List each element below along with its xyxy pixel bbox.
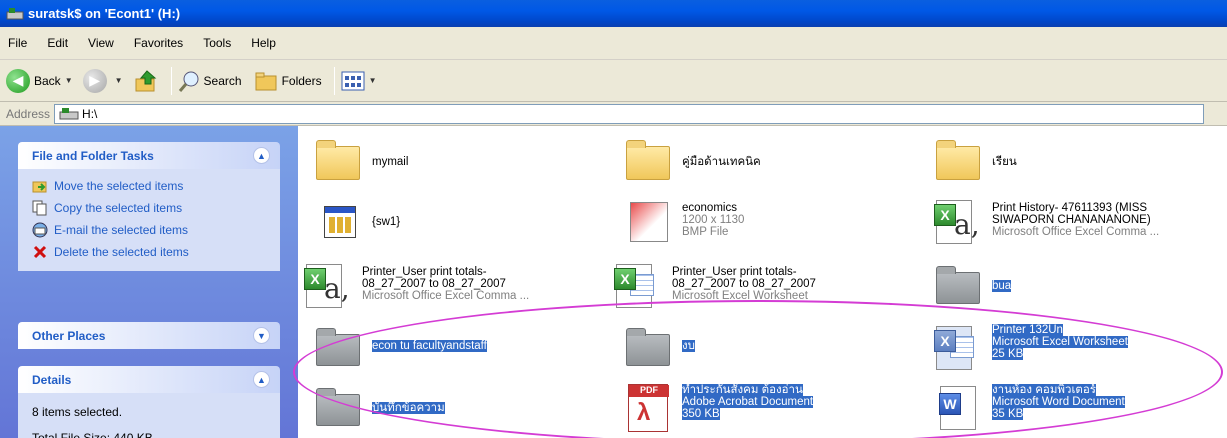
- search-label: Search: [203, 73, 242, 88]
- menu-favorites[interactable]: Favorites: [134, 36, 183, 50]
- move-items-task[interactable]: Move the selected items: [32, 175, 272, 197]
- search-icon: [178, 71, 199, 92]
- back-label: Back: [34, 73, 61, 88]
- file-item-selected[interactable]: bua: [932, 262, 1012, 310]
- panel-title: File and Folder Tasks: [32, 148, 154, 163]
- file-type: Microsoft Office Excel Comma ...: [992, 226, 1160, 238]
- toolbar: ◀ Back ▼ ▶ ▼ Search Folders ▼: [0, 60, 1227, 102]
- move-icon: [32, 178, 48, 194]
- delete-items-task[interactable]: Delete the selected items: [32, 241, 272, 263]
- task-pane: File and Folder Tasks ▲ Move the selecte…: [0, 126, 298, 438]
- application-icon: [312, 198, 364, 246]
- address-label: Address: [6, 106, 51, 121]
- delete-icon: [32, 244, 48, 260]
- panel-body: Move the selected items Copy the selecte…: [18, 169, 280, 271]
- address-input[interactable]: H:\: [54, 103, 1205, 124]
- email-icon: [32, 222, 48, 238]
- search-button[interactable]: Search: [178, 69, 242, 93]
- file-folder-tasks-panel: File and Folder Tasks ▲ Move the selecte…: [18, 142, 280, 271]
- other-places-header[interactable]: Other Places ▼: [18, 322, 280, 349]
- network-drive-icon: [59, 107, 79, 119]
- file-item[interactable]: คู่มือด้านเทคนิค: [622, 138, 761, 186]
- back-button[interactable]: ◀ Back ▼: [6, 68, 77, 93]
- expand-chevron-icon[interactable]: ▼: [253, 327, 270, 344]
- bmp-icon: [622, 198, 674, 246]
- file-name: {sw1}: [372, 216, 401, 228]
- menu-bar: File Edit View Favorites Tools Help: [0, 27, 1227, 60]
- file-name: Printer_User print totals-: [362, 266, 487, 278]
- folder-icon: [932, 262, 984, 310]
- panel-title: Details: [32, 372, 72, 387]
- file-type: BMP File: [682, 226, 729, 238]
- collapse-chevron-icon[interactable]: ▲: [253, 147, 270, 164]
- folder-icon: [312, 138, 364, 186]
- file-name: economics: [682, 202, 737, 214]
- email-items-task[interactable]: E-mail the selected items: [32, 219, 272, 241]
- folders-icon: [255, 72, 277, 90]
- file-item[interactable]: Xa, Printer_User print totals- 08_27_200…: [302, 262, 529, 310]
- folder-icon: [932, 138, 984, 186]
- file-item[interactable]: เรียน: [932, 138, 1017, 186]
- folders-label: Folders: [281, 73, 322, 88]
- folder-icon: [622, 138, 674, 186]
- task-label: Delete the selected items: [54, 245, 189, 259]
- collapse-chevron-icon[interactable]: ▲: [253, 371, 270, 388]
- address-bar: Address H:\: [0, 102, 1227, 126]
- menu-help[interactable]: Help: [251, 36, 276, 50]
- network-drive-icon: [6, 6, 24, 22]
- file-item[interactable]: {sw1}: [312, 198, 400, 246]
- file-item[interactable]: mymail: [312, 138, 408, 186]
- window-title: suratsk$ on 'Econt1' (H:): [28, 6, 181, 21]
- file-name: Print History- 47611393 (MISS: [992, 202, 1148, 214]
- folders-button[interactable]: Folders: [254, 70, 322, 92]
- file-name: bua: [992, 280, 1012, 292]
- file-folder-tasks-header[interactable]: File and Folder Tasks ▲: [18, 142, 280, 169]
- task-label: Copy the selected items: [54, 201, 183, 215]
- details-panel: Details ▲ 8 items selected. Total File S…: [18, 366, 280, 438]
- menu-file[interactable]: File: [8, 36, 27, 50]
- views-button[interactable]: ▼: [341, 70, 381, 92]
- file-name: เรียน: [992, 156, 1017, 168]
- selected-count: 8 items selected.: [32, 405, 123, 419]
- chevron-down-icon[interactable]: ▼: [369, 76, 377, 85]
- menu-edit[interactable]: Edit: [47, 36, 68, 50]
- views-icon: [341, 71, 365, 90]
- other-places-panel: Other Places ▼: [18, 322, 280, 349]
- panel-title: Other Places: [32, 328, 106, 343]
- forward-button[interactable]: ▶ ▼: [82, 68, 127, 93]
- excel-csv-icon: Xa,: [932, 198, 984, 246]
- title-bar[interactable]: suratsk$ on 'Econt1' (H:): [0, 0, 1227, 27]
- forward-arrow-icon: ▶: [82, 68, 107, 93]
- details-body: 8 items selected. Total File Size: 440 K…: [18, 393, 280, 438]
- file-name: Printer_User print totals-: [672, 266, 797, 278]
- file-name: คู่มือด้านเทคนิค: [682, 156, 761, 168]
- file-name-line2: 08_27_2007 to 08_27_2007: [672, 278, 816, 290]
- menu-tools[interactable]: Tools: [203, 36, 231, 50]
- explorer-window: suratsk$ on 'Econt1' (H:) File Edit View…: [0, 0, 1227, 438]
- excel-csv-icon: Xa,: [302, 262, 354, 310]
- menu-view[interactable]: View: [88, 36, 114, 50]
- copy-icon: [32, 200, 48, 216]
- file-name-line2: 08_27_2007 to 08_27_2007: [362, 278, 506, 290]
- total-file-size: Total File Size: 440 KB: [32, 431, 153, 438]
- copy-items-task[interactable]: Copy the selected items: [32, 197, 272, 219]
- highlight-ellipse-annotation: [293, 300, 1223, 438]
- file-item[interactable]: economics 1200 x 1130 BMP File: [622, 198, 744, 246]
- up-folder-button[interactable]: [133, 69, 159, 93]
- task-label: Move the selected items: [54, 179, 184, 193]
- file-item[interactable]: Xa, Print History- 47611393 (MISS SIWAPO…: [932, 198, 1159, 246]
- file-name: mymail: [372, 156, 409, 168]
- up-folder-icon: [135, 69, 156, 91]
- back-arrow-icon: ◀: [6, 68, 30, 93]
- toolbar-separator: [170, 66, 172, 95]
- toolbar-separator: [333, 66, 335, 95]
- address-value: H:\: [82, 106, 98, 121]
- file-type: Microsoft Office Excel Comma ...: [362, 290, 530, 302]
- file-dimensions: 1200 x 1130: [682, 214, 745, 226]
- task-label: E-mail the selected items: [54, 223, 189, 237]
- chevron-down-icon[interactable]: ▼: [115, 76, 123, 85]
- details-header[interactable]: Details ▲: [18, 366, 280, 393]
- chevron-down-icon[interactable]: ▼: [65, 76, 73, 85]
- file-name-line2: SIWAPORN CHANANANONE): [992, 214, 1151, 226]
